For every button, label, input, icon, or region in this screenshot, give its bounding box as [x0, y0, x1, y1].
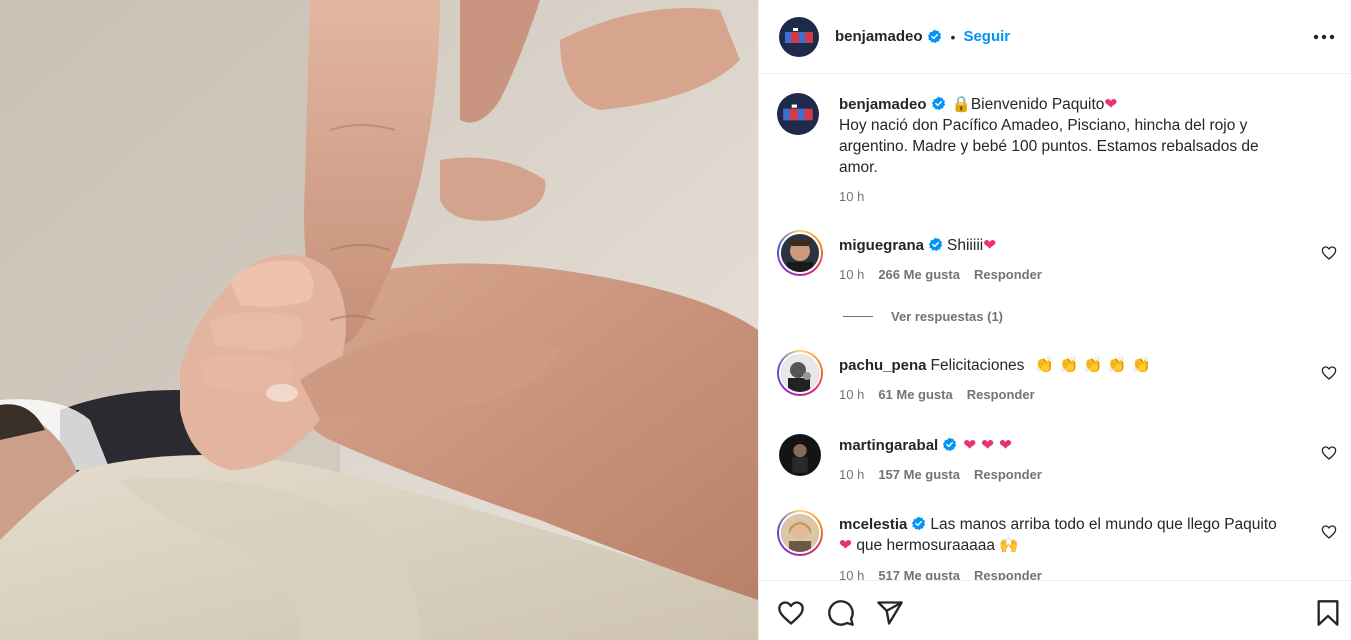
caption-title: Bienvenido Paquito: [970, 96, 1105, 113]
comment-username[interactable]: pachu_pena: [839, 357, 927, 374]
verified-badge-icon: [927, 29, 942, 44]
heart-icon[interactable]: [1321, 245, 1337, 261]
commenter-avatar-image: [781, 514, 819, 552]
comment-time: 10 h: [839, 467, 865, 482]
save-button[interactable]: [1314, 599, 1342, 627]
commenter-avatar[interactable]: [777, 510, 823, 556]
comment-meta: 10 h 517 Me gusta Responder: [839, 568, 1042, 580]
comment-text-block: martingarabal ❤ ❤ ❤: [839, 435, 1279, 456]
comment-text-block: pachu_pena Felicitaciones 👏 👏 👏 👏 👏: [839, 355, 1279, 376]
heart-emoji: ❤: [839, 536, 852, 554]
comments-list[interactable]: benjamadeo 🔒Bienvenido Paquito❤ Hoy nació…: [759, 75, 1351, 580]
caption-avatar-image: [777, 93, 819, 135]
comment-text: Shiiiii: [947, 237, 984, 254]
comment-username[interactable]: mcelestia: [839, 516, 907, 533]
comment-meta: 10 h 61 Me gusta Responder: [839, 387, 1035, 402]
comment-item: miguegrana Shiiiii❤ 10 h 266 Me gusta Res…: [777, 230, 1337, 290]
comment-likes[interactable]: 157 Me gusta: [878, 467, 960, 482]
comment-text: Felicitaciones: [930, 357, 1025, 374]
hearts-emoji: ❤ ❤ ❤: [963, 436, 1013, 454]
replies-divider: [843, 316, 873, 317]
comment-meta: 10 h 266 Me gusta Responder: [839, 267, 1042, 282]
caption-text: Hoy nació don Pacífico Amadeo, Pisciano,…: [839, 117, 1259, 176]
more-options-icon[interactable]: [1312, 27, 1336, 47]
verified-badge-icon: [928, 237, 943, 252]
comment-time: 10 h: [839, 568, 865, 580]
comment-time: 10 h: [839, 387, 865, 402]
comment-item: martingarabal ❤ ❤ ❤ 10 h 157 Me gusta Res…: [777, 432, 1337, 492]
caption-username[interactable]: benjamadeo: [839, 96, 927, 113]
author-avatar-image: [779, 16, 819, 57]
caption-meta: 10 h: [839, 189, 864, 204]
comment-likes[interactable]: 61 Me gusta: [878, 387, 952, 402]
comment-text-block: mcelestia Las manos arriba todo el mundo …: [839, 514, 1289, 556]
verified-badge-icon: [942, 437, 957, 452]
author-avatar[interactable]: [779, 16, 819, 57]
heart-emoji: ❤: [983, 236, 997, 254]
view-replies-button[interactable]: Ver respuestas (1): [843, 309, 1003, 324]
comment-likes[interactable]: 266 Me gusta: [878, 267, 960, 282]
post-caption: benjamadeo 🔒Bienvenido Paquito❤ Hoy nació…: [777, 93, 1337, 213]
share-icon: [877, 601, 903, 625]
heart-icon[interactable]: [1321, 365, 1337, 381]
post-side-panel: benjamadeo • Seguir benjamadeo 🔒Bienveni…: [758, 0, 1351, 640]
commenter-avatar-image: [781, 354, 819, 392]
post-photo[interactable]: [0, 0, 758, 640]
commenter-avatar-image: [781, 234, 819, 272]
verified-badge-icon: [931, 96, 946, 111]
like-button[interactable]: [777, 599, 805, 627]
comment-username[interactable]: martingarabal: [839, 437, 938, 454]
follow-button[interactable]: Seguir: [963, 28, 1010, 45]
heart-emoji: ❤: [1104, 95, 1118, 113]
comment-meta: 10 h 157 Me gusta Responder: [839, 467, 1042, 482]
commenter-avatar-image: [779, 434, 821, 476]
post-actions-bar: [759, 580, 1351, 640]
commenter-avatar[interactable]: [777, 230, 823, 276]
comment-username[interactable]: miguegrana: [839, 237, 924, 254]
comment-item: pachu_pena Felicitaciones 👏 👏 👏 👏 👏 10 h …: [777, 350, 1337, 410]
header-separator: •: [950, 28, 956, 45]
heart-icon[interactable]: [1321, 524, 1337, 540]
lock-emoji: 🔒: [951, 95, 971, 113]
caption-time: 10 h: [839, 189, 865, 204]
clapping-emoji: 👏 👏 👏 👏 👏: [1034, 356, 1151, 374]
comment-item: mcelestia Las manos arriba todo el mundo …: [777, 510, 1337, 580]
comment-icon: [828, 600, 854, 626]
caption-author-avatar[interactable]: [777, 93, 819, 135]
share-button[interactable]: [876, 599, 904, 627]
raised-hands-emoji: 🙌: [999, 536, 1019, 554]
caption-text-block: benjamadeo 🔒Bienvenido Paquito❤ Hoy nació…: [839, 94, 1299, 178]
newborn-hand-photo: [0, 0, 758, 640]
comment-likes[interactable]: 517 Me gusta: [878, 568, 960, 580]
bookmark-icon: [1317, 600, 1339, 626]
instagram-post-view: benjamadeo • Seguir benjamadeo 🔒Bienveni…: [0, 0, 1351, 640]
author-username[interactable]: benjamadeo: [835, 28, 923, 45]
view-replies-label: Ver respuestas (1): [891, 309, 1004, 324]
reply-button[interactable]: Responder: [974, 467, 1042, 482]
comment-button[interactable]: [827, 599, 855, 627]
verified-badge-icon: [911, 516, 926, 531]
heart-icon[interactable]: [1321, 445, 1337, 461]
comment-text: Las manos arriba todo el mundo que llego…: [930, 516, 1277, 533]
reply-button[interactable]: Responder: [967, 387, 1035, 402]
heart-icon: [778, 601, 804, 625]
post-header: benjamadeo • Seguir: [759, 0, 1351, 74]
comment-text-continued: que hermosuraaaaa: [856, 537, 996, 554]
comment-text-block: miguegrana Shiiiii❤: [839, 235, 1279, 256]
comment-time: 10 h: [839, 267, 865, 282]
reply-button[interactable]: Responder: [974, 568, 1042, 580]
commenter-avatar[interactable]: [779, 434, 821, 476]
reply-button[interactable]: Responder: [974, 267, 1042, 282]
commenter-avatar[interactable]: [777, 350, 823, 396]
